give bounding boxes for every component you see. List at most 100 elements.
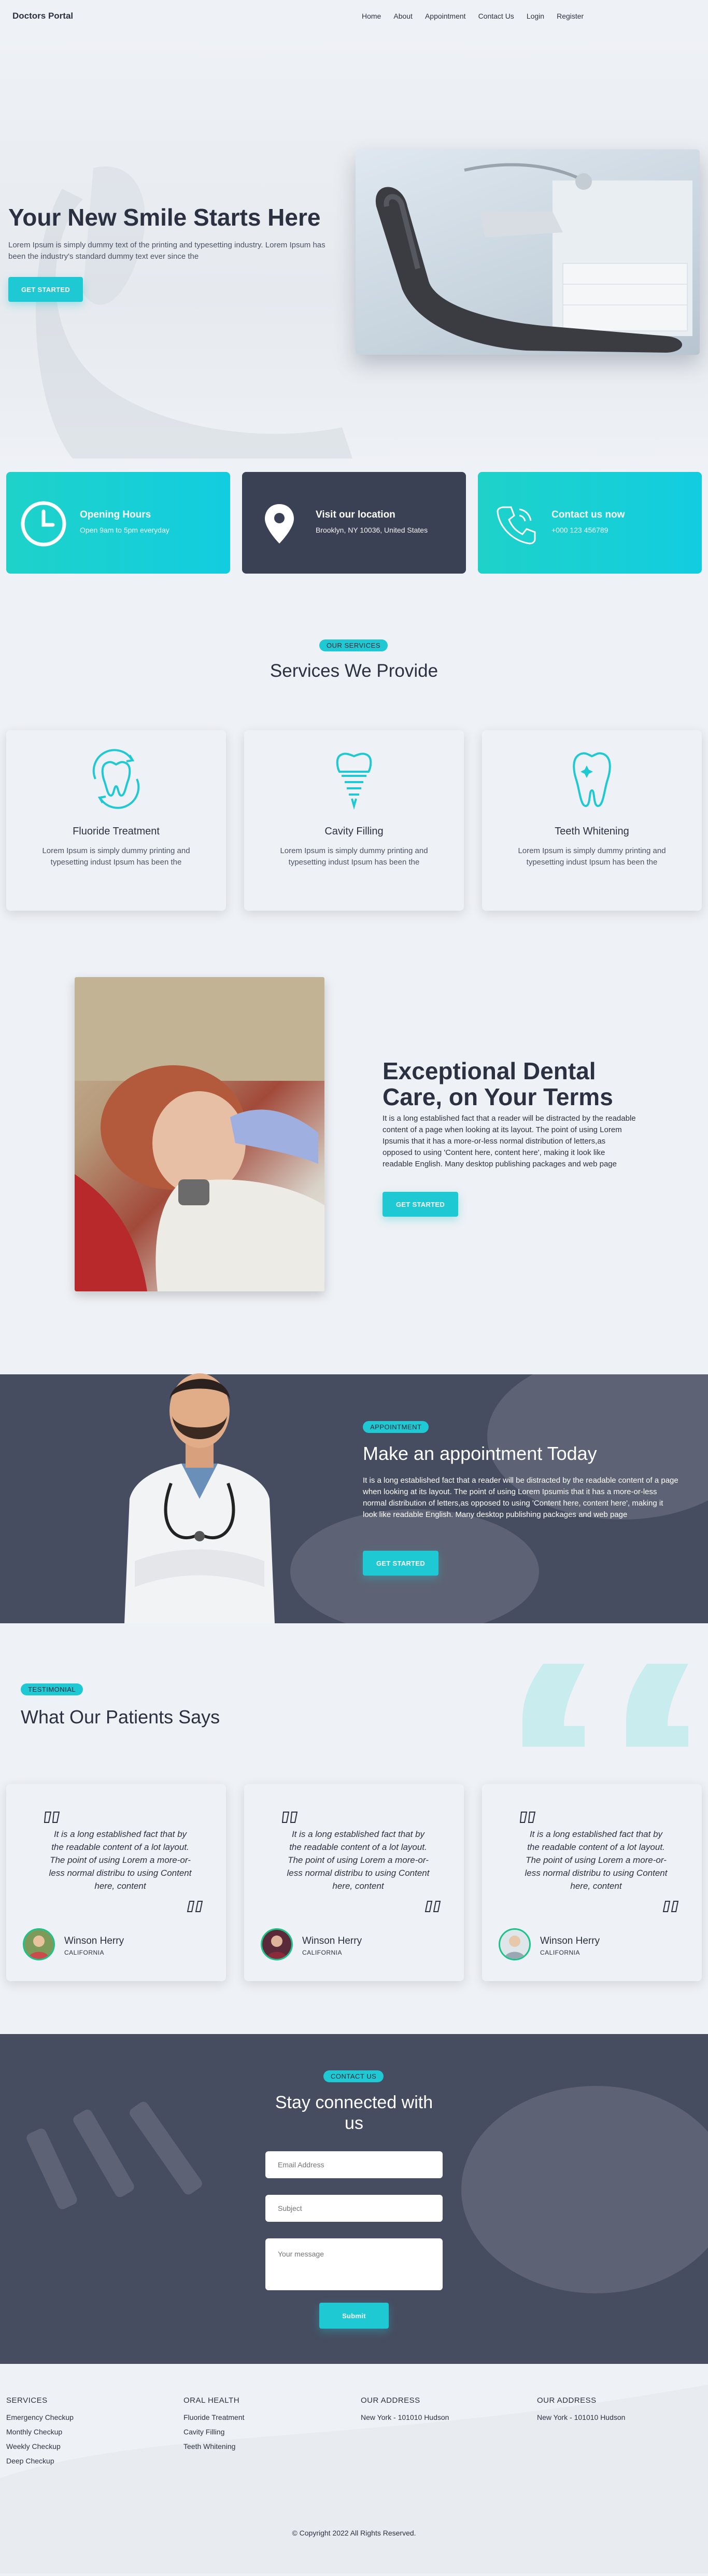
nav-item-login[interactable]: Login <box>527 12 544 20</box>
service-card-whitening[interactable]: Teeth Whitening Lorem Ipsum is simply du… <box>482 730 702 911</box>
service-card-fluoride[interactable]: Fluoride Treatment Lorem Ipsum is simply… <box>6 730 226 911</box>
quote-close-icon <box>662 1901 679 1912</box>
nav-item-appointment[interactable]: Appointment <box>425 12 466 20</box>
brand-logo-text[interactable]: Doctors Portal <box>12 11 73 21</box>
footer-heading: OUR ADDRESS <box>361 2396 420 2405</box>
service-description: Lorem Ipsum is simply dummy printing and… <box>280 846 428 867</box>
nav-menu: Home About Appointment Contact Us Login … <box>362 12 584 20</box>
tooth-implant-icon <box>336 753 372 810</box>
info-card-text: Open 9am to 5pm everyday <box>80 526 169 534</box>
appointment-title: Make an appointment Today <box>363 1443 597 1464</box>
tooth-sparkle-icon <box>573 752 611 807</box>
footer-link[interactable]: Teeth Whitening <box>183 2442 245 2450</box>
patient-name: Winson Herry <box>540 1936 600 1946</box>
dentist-with-child-illustration <box>75 977 324 1291</box>
footer-column-services: SERVICES Emergency Checkup Monthly Check… <box>6 2396 74 2471</box>
testimonial-title: What Our Patients Says <box>21 1706 220 1728</box>
service-title: Cavity Filling <box>324 826 384 837</box>
info-card-title: Contact us now <box>551 509 625 520</box>
info-card-title: Visit our location <box>316 509 395 520</box>
services-title: Services We Provide <box>270 661 438 681</box>
testimonial-card: It is a long established fact that by th… <box>482 1784 702 1981</box>
hero-title: Your New Smile Starts Here <box>8 204 321 231</box>
patient-name: Winson Herry <box>302 1936 362 1946</box>
services-tag: OUR SERVICES <box>319 639 388 651</box>
top-navbar: Doctors Portal Home About Appointment Co… <box>0 0 708 33</box>
footer-heading: ORAL HEALTH <box>183 2396 240 2405</box>
nav-item-home[interactable]: Home <box>362 12 381 20</box>
nav-item-about[interactable]: About <box>393 12 413 20</box>
subject-field[interactable] <box>265 2195 443 2222</box>
patient-name: Winson Herry <box>64 1936 124 1946</box>
contact-title: Stay connected with us <box>275 2093 433 2133</box>
info-card-title: Opening Hours <box>80 509 151 520</box>
footer-address: New York - 101010 Hudson <box>361 2413 449 2421</box>
copyright-text: © Copyright 2022 All Rights Reserved. <box>292 2529 416 2537</box>
quote-open-icon <box>281 1812 298 1823</box>
appointment-tag: APPOINTMENT <box>363 1421 429 1433</box>
quote-open-icon <box>519 1812 536 1823</box>
footer-column-oral-health: ORAL HEALTH Fluoride Treatment Cavity Fi… <box>183 2396 245 2457</box>
large-quote-icon <box>522 1664 688 1747</box>
testimonial-text: It is a long established fact that by th… <box>287 1829 430 1891</box>
clock-icon <box>21 501 66 547</box>
info-card-text: Brooklyn, NY 10036, United States <box>316 526 428 534</box>
dental-get-started-button[interactable]: GET STARTED <box>383 1192 458 1217</box>
avatar <box>499 1928 531 1960</box>
footer-link[interactable]: Monthly Checkup <box>6 2428 74 2436</box>
testimonial-card: It is a long established fact that by th… <box>6 1784 226 1981</box>
testimonial-tag: TESTIMONIAL <box>21 1683 83 1695</box>
service-title: Fluoride Treatment <box>73 826 160 837</box>
testimonial-text: It is a long established fact that by th… <box>49 1829 192 1891</box>
info-card-location: Visit our location Brooklyn, NY 10036, U… <box>242 472 466 574</box>
testimonial-card: It is a long established fact that by th… <box>244 1784 464 1981</box>
fluoride-tooth-icon <box>92 749 140 809</box>
service-title: Teeth Whitening <box>555 826 629 837</box>
footer-background-pattern <box>0 2385 708 2573</box>
submit-button[interactable]: Submit <box>319 2303 389 2329</box>
patient-location: CALIFORNIA <box>302 1949 343 1956</box>
quote-close-icon <box>187 1901 203 1912</box>
appointment-get-started-button[interactable]: GET STARTED <box>363 1551 438 1576</box>
service-description: Lorem Ipsum is simply dummy printing and… <box>518 846 666 867</box>
footer-address: New York - 101010 Hudson <box>537 2413 626 2421</box>
avatar <box>261 1928 293 1960</box>
footer-heading: OUR ADDRESS <box>537 2396 597 2405</box>
quote-open-icon <box>44 1812 60 1823</box>
nav-item-register[interactable]: Register <box>557 12 584 20</box>
footer-link[interactable]: Emergency Checkup <box>6 2413 74 2421</box>
footer-link[interactable]: Deep Checkup <box>6 2457 74 2465</box>
hero-dental-chair-image <box>356 149 700 355</box>
footer-column-address: OUR ADDRESS New York - 101010 Hudson <box>537 2396 625 2428</box>
dental-care-description: It is a long established fact that a rea… <box>383 1114 636 1168</box>
nav-item-contact[interactable]: Contact Us <box>478 12 514 20</box>
location-pin-icon <box>265 504 294 544</box>
email-field[interactable] <box>265 2151 443 2178</box>
footer-link[interactable]: Cavity Filling <box>183 2428 245 2436</box>
footer-link[interactable]: Weekly Checkup <box>6 2442 74 2450</box>
contact-tag: CONTACT US <box>323 2070 384 2082</box>
dental-exam-photo <box>75 977 324 1291</box>
patient-location: CALIFORNIA <box>540 1949 580 1956</box>
hero-get-started-button[interactable]: GET STARTED <box>8 277 83 302</box>
footer-heading: SERVICES <box>6 2396 48 2405</box>
dental-chair-illustration <box>375 163 692 353</box>
hero-description: Lorem Ipsum is simply dummy text of the … <box>8 241 325 261</box>
service-description: Lorem Ipsum is simply dummy printing and… <box>42 846 190 867</box>
testimonial-text: It is a long established fact that by th… <box>525 1829 668 1891</box>
message-field[interactable] <box>265 2238 443 2290</box>
service-card-cavity[interactable]: Cavity Filling Lorem Ipsum is simply dum… <box>244 730 464 911</box>
appointment-description: It is a long established fact that a rea… <box>363 1476 678 1519</box>
footer <box>0 2364 708 2573</box>
doctor-portrait <box>124 1373 275 1623</box>
avatar <box>23 1928 55 1960</box>
footer-column-address: OUR ADDRESS New York - 101010 Hudson <box>361 2396 449 2428</box>
phone-icon <box>497 506 536 545</box>
info-card-opening-hours: Opening Hours Open 9am to 5pm everyday <box>6 472 230 574</box>
quote-close-icon <box>424 1901 441 1912</box>
footer-link[interactable]: Fluoride Treatment <box>183 2413 245 2421</box>
dental-care-title: Exceptional Dental Care, on Your Terms <box>383 1057 613 1110</box>
patient-location: CALIFORNIA <box>64 1949 105 1956</box>
info-card-contact: Contact us now +000 123 456789 <box>478 472 702 574</box>
info-card-text: +000 123 456789 <box>551 526 608 534</box>
